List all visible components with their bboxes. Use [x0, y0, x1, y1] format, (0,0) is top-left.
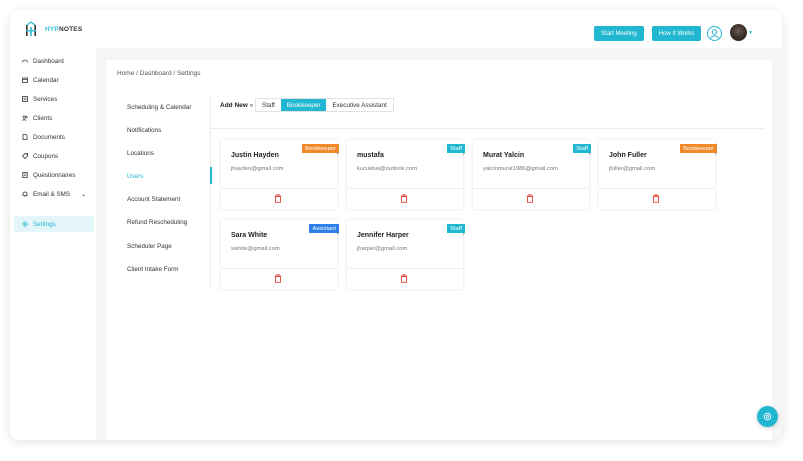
- sidebar-item-label: Dashboard: [33, 57, 64, 65]
- top-bar: HYPNOTES Start Meeting How It Works ▼: [10, 10, 782, 48]
- avatar[interactable]: [730, 24, 747, 41]
- user-name: Jennifer Harper: [357, 232, 409, 239]
- settings-menu-item[interactable]: Notifications: [127, 127, 161, 134]
- sidebar-item-settings[interactable]: Settings: [14, 216, 94, 232]
- settings-menu-item[interactable]: Scheduler Page: [127, 243, 172, 250]
- user-name: mustafa: [357, 152, 384, 159]
- user-email: swhite@gmail.com: [231, 246, 280, 252]
- clients-icon: [22, 115, 28, 121]
- settings-panel: Home / Dashboard / Settings Scheduling &…: [106, 60, 772, 440]
- sidebar-item-label: Documents: [33, 133, 65, 141]
- sidebar: Dashboard Calendar Services Clients Docu…: [10, 48, 96, 440]
- role-badge: Staff: [447, 144, 465, 155]
- trash-icon[interactable]: [400, 274, 408, 283]
- trash-icon[interactable]: [400, 194, 408, 203]
- app-window: HYPNOTES Start Meeting How It Works ▼ Da…: [10, 10, 782, 440]
- section-divider: [210, 128, 764, 129]
- double-chevron-icon: »: [249, 102, 254, 109]
- settings-menu-item[interactable]: Client Intake Form: [127, 266, 178, 273]
- settings-menu-item[interactable]: Refund Rescheduling: [127, 219, 187, 226]
- logo[interactable]: HYPNOTES: [24, 21, 82, 37]
- chevron-down-icon[interactable]: ▼: [748, 30, 753, 36]
- tab-bookkeeper[interactable]: Bookkeeper: [280, 99, 327, 111]
- questionnaire-icon: [22, 172, 28, 178]
- sidebar-item-label: Calendar: [33, 76, 59, 84]
- calendar-icon: [22, 77, 28, 83]
- user-card[interactable]: Staff Jennifer Harper jharper@gmail.com: [347, 220, 465, 289]
- card-divider: [347, 188, 463, 189]
- sidebar-item-documents[interactable]: Documents: [14, 129, 94, 145]
- user-name: John Fuller: [609, 152, 647, 159]
- support-icon: [763, 412, 772, 421]
- card-divider: [347, 268, 463, 269]
- role-badge: Staff: [447, 224, 465, 235]
- trash-icon[interactable]: [652, 194, 660, 203]
- user-email: jharper@gmail.com: [357, 246, 408, 252]
- settings-menu-item[interactable]: Scheduling & Calendar: [127, 104, 191, 111]
- user-name: Sara White: [231, 232, 268, 239]
- breadcrumb: Home / Dashboard / Settings: [117, 70, 201, 77]
- role-badge: Staff: [573, 144, 591, 155]
- user-email: kucukbal@outlook.com: [357, 166, 418, 172]
- user-email: jhayden@gmail.com: [231, 166, 284, 172]
- sidebar-item-label: Clients: [33, 114, 53, 122]
- gear-icon: [22, 221, 28, 227]
- user-email: jfuller@gmail.com: [609, 166, 656, 172]
- logo-icon: [24, 21, 38, 37]
- start-meeting-button[interactable]: Start Meeting: [594, 26, 644, 41]
- documents-icon: [22, 134, 28, 140]
- sidebar-item-coupons[interactable]: Coupons: [14, 148, 94, 164]
- user-card[interactable]: Bookkeeper Justin Hayden jhayden@gmail.c…: [221, 140, 339, 209]
- role-badge: Bookkeeper: [302, 144, 339, 155]
- sidebar-item-label: Settings: [33, 220, 56, 228]
- sidebar-item-clients[interactable]: Clients: [14, 110, 94, 126]
- sidebar-item-email-sms[interactable]: Email & SMS ⌄: [14, 186, 94, 202]
- sidebar-item-label: Coupons: [33, 152, 59, 160]
- trash-icon[interactable]: [274, 194, 282, 203]
- trash-icon[interactable]: [526, 194, 534, 203]
- user-card[interactable]: Staff mustafa kucukbal@outlook.com: [347, 140, 465, 209]
- tab-staff[interactable]: Staff: [256, 99, 281, 111]
- logo-prefix: HYP: [45, 25, 59, 33]
- sidebar-item-label: Services: [33, 95, 58, 103]
- card-divider: [473, 188, 589, 189]
- user-email: yalcinmurat1986@gmail.com: [483, 166, 558, 172]
- user-card[interactable]: Bookkeeper John Fuller jfuller@gmail.com: [599, 140, 717, 209]
- add-new-tabs: Staff Bookkeeper Executive Assistant: [255, 98, 394, 112]
- settings-menu-item[interactable]: Account Statement: [127, 196, 180, 203]
- sidebar-item-dashboard[interactable]: Dashboard: [14, 53, 94, 69]
- services-icon: [22, 96, 28, 102]
- card-divider: [221, 268, 337, 269]
- user-name: Murat Yalcin: [483, 152, 525, 159]
- sidebar-item-questionnaires[interactable]: Questionnaires: [14, 167, 94, 183]
- card-divider: [221, 188, 337, 189]
- user-name: Justin Hayden: [231, 152, 279, 159]
- add-new-label: Add New »: [220, 102, 254, 109]
- sidebar-item-services[interactable]: Services: [14, 91, 94, 107]
- chat-support-button[interactable]: [757, 406, 778, 427]
- role-badge: Assistant: [309, 224, 339, 235]
- sidebar-item-calendar[interactable]: Calendar: [14, 72, 94, 88]
- tab-executive-assistant[interactable]: Executive Assistant: [326, 99, 392, 111]
- card-divider: [599, 188, 715, 189]
- settings-menu-item[interactable]: Locations: [127, 150, 154, 157]
- user-profile-icon[interactable]: [707, 26, 722, 41]
- how-it-works-button[interactable]: How It Works: [652, 26, 701, 41]
- chevron-down-icon: ⌄: [80, 191, 86, 198]
- user-card[interactable]: Staff Murat Yalcin yalcinmurat1986@gmail…: [473, 140, 591, 209]
- bell-icon: [22, 191, 28, 197]
- menu-divider: [210, 96, 211, 290]
- trash-icon[interactable]: [274, 274, 282, 283]
- coupon-icon: [21, 153, 28, 160]
- sidebar-item-label: Email & SMS: [33, 190, 71, 198]
- sidebar-item-label: Questionnaires: [33, 171, 76, 179]
- active-indicator: [210, 167, 212, 184]
- role-badge: Bookkeeper: [680, 144, 717, 155]
- settings-menu-item-users[interactable]: Users: [127, 173, 143, 180]
- user-card[interactable]: Assistant Sara White swhite@gmail.com: [221, 220, 339, 289]
- dashboard-icon: [22, 58, 28, 64]
- logo-suffix: NOTES: [58, 25, 83, 33]
